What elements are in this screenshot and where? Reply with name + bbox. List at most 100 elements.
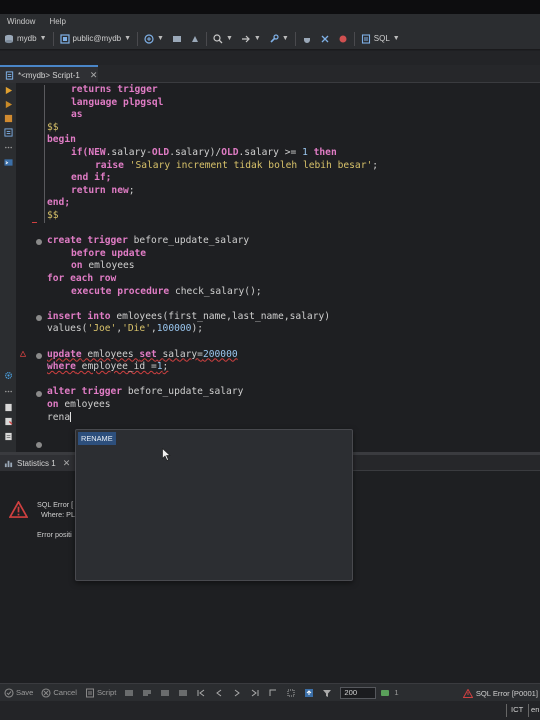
statistics-icon (4, 460, 13, 467)
search-icon (213, 33, 223, 43)
locale-label: en (531, 705, 540, 714)
last-page-button[interactable] (246, 688, 264, 698)
document-edit-icon[interactable] (4, 417, 13, 426)
rollback-button[interactable] (186, 34, 204, 44)
chevron-down-icon: ▼ (124, 35, 132, 42)
disconnect-button[interactable] (316, 34, 334, 44)
export-button[interactable] (300, 688, 318, 698)
code-line: on emloyees (71, 260, 135, 272)
filter-icon (323, 689, 332, 697)
last-page-icon (252, 689, 259, 696)
editor-tab-bar: *<mydb> Script-1 ✕ (0, 65, 540, 83)
code-line: $$ (47, 210, 59, 221)
refresh-button[interactable] (376, 688, 394, 698)
menu-help[interactable]: Help (42, 17, 72, 26)
terminal-icon[interactable] (4, 158, 13, 167)
tools-button[interactable]: ▼ (265, 33, 293, 44)
fetch-size-input[interactable]: 200 (340, 686, 377, 699)
chevron-down-icon: ▼ (39, 35, 47, 42)
navigate-icon (241, 35, 250, 42)
plug-icon (303, 34, 310, 43)
timezone-label: ICT (511, 705, 524, 714)
transaction-mode-button[interactable]: ▼ (140, 33, 168, 44)
tab-statistics-1[interactable]: Statistics 1 ✕ (0, 455, 76, 471)
code-line: values('Joe','Die',100000); (47, 323, 203, 335)
code-line: end; (47, 197, 71, 209)
save-button[interactable]: Save (0, 687, 37, 698)
code-line: create trigger before_update_salary (47, 235, 250, 247)
cancel-button[interactable]: Cancel (37, 687, 81, 698)
filter-button[interactable] (318, 688, 336, 698)
load-plan-icon[interactable] (4, 128, 13, 137)
close-icon[interactable]: ✕ (90, 70, 98, 81)
tab-script-1[interactable]: *<mydb> Script-1 ✕ (0, 65, 98, 83)
sql-editor[interactable]: returns trigger language plpgsql as $$ b… (16, 83, 540, 453)
script-label: Script (96, 688, 117, 697)
chevron-left-icon (216, 689, 222, 696)
app-status-bar: ICT en (0, 701, 540, 720)
schema-selector[interactable]: public@mydb ▼ (56, 33, 136, 44)
script-button[interactable]: Script (81, 688, 120, 698)
toolbar-divider (205, 31, 207, 46)
code-line: for each row (47, 273, 117, 284)
error-position: Error positi (37, 530, 72, 539)
fetch-next-button[interactable] (264, 688, 282, 698)
code-line: update emloyees set salary=200000 (47, 348, 238, 360)
more-dots-icon[interactable] (4, 143, 13, 152)
copy-row-button[interactable] (156, 688, 174, 698)
delete-row-icon (179, 690, 188, 695)
status-error-text: SQL Error [P0001] (475, 688, 538, 698)
datasource-selector[interactable]: mydb ▼ (0, 34, 51, 44)
sql-editor-button[interactable]: SQL ▼ (357, 33, 404, 44)
execute-script-icon[interactable] (4, 100, 13, 109)
mouse-pointer-icon (162, 448, 171, 461)
add-row-button[interactable] (138, 688, 156, 698)
export-icon (305, 688, 314, 697)
document-list-icon[interactable] (4, 432, 13, 441)
code-line: as (71, 109, 83, 121)
main-toolbar: mydb ▼ public@mydb ▼ ▼ ▼ ▼ ▼ SQL ▼ (0, 28, 540, 50)
autocomplete-popup: RENAME (75, 429, 353, 581)
next-page-button[interactable] (228, 688, 246, 698)
edit-row-button[interactable] (120, 688, 138, 698)
commit-button[interactable] (168, 34, 186, 44)
document-icon[interactable] (4, 403, 13, 412)
results-toolbar: Save Cancel Script 200 1 SQL Error [P000… (0, 683, 540, 701)
disconnect-icon (321, 35, 329, 42)
more-dots-icon[interactable] (4, 387, 13, 396)
status-divider (506, 704, 507, 717)
menu-window[interactable]: Window (0, 17, 42, 26)
toolbar-divider (294, 31, 296, 46)
toolbar-divider (52, 31, 54, 46)
close-icon[interactable]: ✕ (63, 458, 71, 469)
first-page-button[interactable] (192, 688, 210, 698)
toolbar-divider (353, 31, 355, 46)
schema-label: public@mydb (72, 34, 122, 43)
execute-statement-icon[interactable] (4, 86, 13, 95)
script-icon (85, 688, 94, 697)
invalidate-button[interactable] (334, 34, 352, 44)
sql-editor-label: SQL (373, 34, 390, 43)
prev-page-button[interactable] (210, 688, 228, 698)
delete-row-button[interactable] (174, 688, 192, 698)
fetch-all-button[interactable] (282, 688, 300, 698)
reconnect-icon (339, 35, 347, 42)
explain-plan-icon[interactable] (4, 114, 13, 123)
code-line: where employee_id =1; (47, 361, 169, 373)
datasource-label: mydb (17, 34, 37, 43)
navigate-button[interactable]: ▼ (237, 34, 265, 44)
add-row-icon (143, 690, 152, 695)
search-button[interactable]: ▼ (209, 33, 237, 44)
code-line: before update (71, 247, 147, 259)
plug-button[interactable] (298, 34, 316, 44)
settings-gear-icon[interactable] (4, 371, 13, 380)
error-where: Where: PL (41, 510, 75, 519)
status-error-indicator[interactable]: SQL Error [P0001] (462, 684, 538, 702)
toolbar-divider (137, 31, 139, 46)
chevron-down-icon: ▼ (225, 35, 233, 42)
menu-bar: Window Help (0, 14, 540, 28)
refresh-icon (381, 689, 390, 696)
code-line: $$ (47, 121, 59, 133)
autocomplete-item[interactable]: RENAME (78, 432, 116, 445)
cancel-label: Cancel (53, 688, 77, 697)
